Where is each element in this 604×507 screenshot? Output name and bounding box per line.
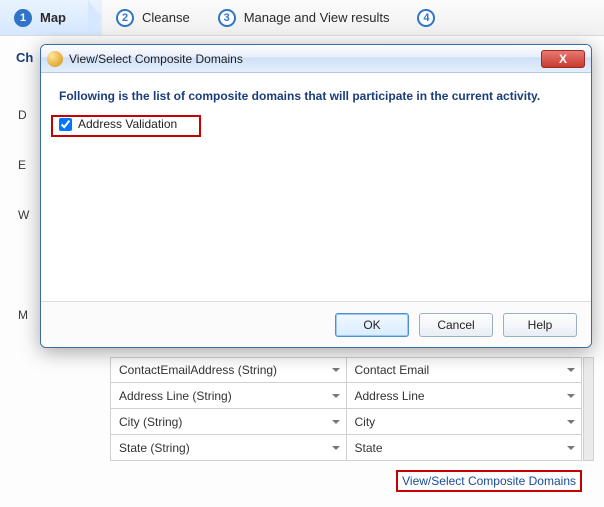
domain-cell[interactable]: State <box>347 435 582 460</box>
side-labels: D E W M <box>18 90 29 340</box>
step-label: Map <box>40 10 66 25</box>
checkbox-label: Address Validation <box>78 117 177 131</box>
chevron-down-icon <box>567 420 575 424</box>
domain-cell[interactable]: Address Line <box>347 383 582 408</box>
chevron-down-icon <box>332 420 340 424</box>
chevron-down-icon <box>332 394 340 398</box>
source-cell[interactable]: City (String) <box>111 409 347 434</box>
domain-cell[interactable]: City <box>347 409 582 434</box>
wizard-step-manage[interactable]: 3 Manage and View results <box>204 0 404 35</box>
step-number: 3 <box>218 9 236 27</box>
source-cell[interactable]: Address Line (String) <box>111 383 347 408</box>
cancel-button[interactable]: Cancel <box>419 313 493 337</box>
source-cell[interactable]: State (String) <box>111 435 347 460</box>
chevron-down-icon <box>567 368 575 372</box>
ok-button[interactable]: OK <box>335 313 409 337</box>
help-button[interactable]: Help <box>503 313 577 337</box>
dialog-footer: OK Cancel Help <box>41 301 591 347</box>
scrollbar[interactable] <box>583 357 594 461</box>
wizard-step-map[interactable]: 1 Map <box>0 0 102 35</box>
step-number: 2 <box>116 9 134 27</box>
wizard-step-4[interactable]: 4 <box>403 0 435 35</box>
dialog-title: View/Select Composite Domains <box>69 52 535 66</box>
step-number: 1 <box>14 9 32 27</box>
wizard-steps: 1 Map 2 Cleanse 3 Manage and View result… <box>0 0 604 36</box>
mapping-table: ContactEmailAddress (String) Contact Ema… <box>110 357 582 461</box>
wizard-step-cleanse[interactable]: 2 Cleanse <box>102 0 204 35</box>
chevron-down-icon <box>567 394 575 398</box>
app-icon <box>47 51 63 67</box>
address-validation-checkbox[interactable] <box>59 118 72 131</box>
source-cell[interactable]: ContactEmailAddress (String) <box>111 358 347 382</box>
dialog-body: Following is the list of composite domai… <box>41 73 591 301</box>
chevron-down-icon <box>332 368 340 372</box>
step-label: Cleanse <box>142 10 190 25</box>
chevron-down-icon <box>567 446 575 450</box>
dialog-titlebar: View/Select Composite Domains X <box>41 45 591 73</box>
domain-cell[interactable]: Contact Email <box>347 358 582 382</box>
view-select-composite-domains-link[interactable]: View/Select Composite Domains <box>396 470 582 492</box>
table-row: City (String) City <box>110 409 582 435</box>
chevron-down-icon <box>332 446 340 450</box>
step-label: Manage and View results <box>244 10 390 25</box>
table-row: State (String) State <box>110 435 582 461</box>
composite-domain-item[interactable]: Address Validation <box>59 117 177 131</box>
step-number: 4 <box>417 9 435 27</box>
page-title: Ch <box>16 50 33 65</box>
close-button[interactable]: X <box>541 50 585 68</box>
table-row: ContactEmailAddress (String) Contact Ema… <box>110 357 582 383</box>
dialog-instruction: Following is the list of composite domai… <box>59 89 573 103</box>
table-row: Address Line (String) Address Line <box>110 383 582 409</box>
composite-domains-dialog: View/Select Composite Domains X Followin… <box>40 44 592 348</box>
